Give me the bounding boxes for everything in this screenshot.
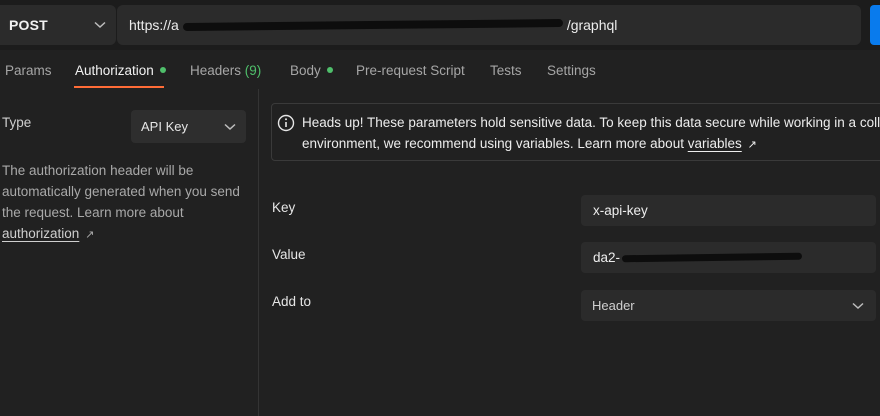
value-redaction (621, 252, 803, 263)
tab-params[interactable]: Params (5, 55, 52, 87)
url-redaction (182, 19, 563, 31)
authorization-link[interactable]: authorization (2, 226, 79, 241)
tab-headers[interactable]: Headers (9) (190, 55, 261, 87)
auth-type-value: API Key (141, 119, 188, 134)
external-link-arrow-icon: ↗ (747, 139, 757, 151)
chevron-down-icon (94, 21, 106, 29)
active-tab-indicator (74, 86, 164, 88)
external-link-arrow-icon: ↗ (85, 229, 95, 241)
request-bar: POST https://a /graphql (0, 0, 880, 50)
url-prefix: https://a (129, 17, 179, 33)
url-input[interactable]: https://a /graphql (117, 5, 861, 45)
value-input[interactable]: da2- (581, 242, 876, 273)
request-tabs: Params Authorization Headers (9) Body Pr… (0, 55, 880, 89)
key-input[interactable]: x-api-key (581, 195, 876, 226)
panel-divider[interactable] (258, 89, 259, 416)
auth-type-label: Type (2, 115, 32, 130)
addto-label: Add to (272, 294, 312, 309)
auth-help-text: The authorization header will be automat… (2, 163, 240, 241)
notice-line-1: Heads up! These parameters hold sensitiv… (302, 115, 880, 130)
chevron-down-icon (224, 123, 236, 130)
notice-line-2: environment, we recommend using variable… (302, 136, 757, 151)
tab-pre-request-script[interactable]: Pre-request Script (356, 55, 465, 87)
value-label: Value (272, 247, 306, 262)
chevron-down-icon (852, 302, 864, 309)
method-label: POST (9, 17, 48, 33)
key-value: x-api-key (593, 203, 648, 218)
method-select[interactable]: POST (0, 5, 116, 45)
addto-value: Header (592, 298, 635, 313)
tab-authorization[interactable]: Authorization (75, 55, 166, 87)
variables-link[interactable]: variables (688, 136, 742, 151)
value-prefix: da2- (593, 250, 621, 265)
auth-type-select[interactable]: API Key (131, 110, 246, 143)
url-suffix: /graphql (566, 17, 618, 33)
tab-settings[interactable]: Settings (547, 55, 596, 87)
status-dot (159, 67, 166, 74)
tab-body[interactable]: Body (290, 55, 333, 87)
send-button[interactable] (870, 5, 880, 45)
addto-select[interactable]: Header (581, 290, 876, 321)
info-icon (277, 114, 295, 132)
sensitive-data-notice: Heads up! These parameters hold sensitiv… (271, 103, 880, 161)
headers-count: (9) (244, 63, 262, 78)
key-label: Key (272, 200, 296, 215)
status-dot (326, 67, 333, 74)
tab-tests[interactable]: Tests (490, 55, 522, 87)
